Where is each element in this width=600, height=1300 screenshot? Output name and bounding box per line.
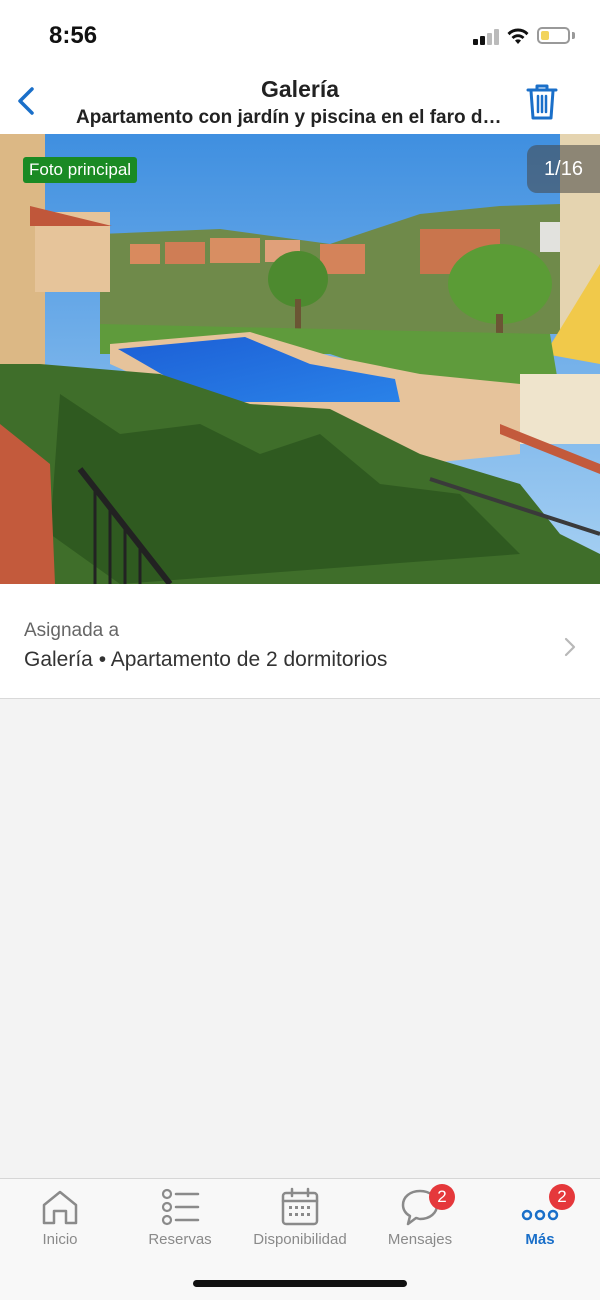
cellular-signal-icon	[473, 29, 501, 45]
tab-mensajes[interactable]: Mensajes 2	[360, 1179, 480, 1269]
assigned-to-row[interactable]: Asignada a Galería • Apartamento de 2 do…	[0, 584, 600, 699]
navigation-header: Galería Apartamento con jardín y piscina…	[0, 72, 600, 134]
wifi-icon	[507, 28, 529, 44]
page-title: Galería	[261, 76, 339, 102]
photo-counter: 1/16	[527, 145, 600, 193]
tab-label: Mensajes	[387, 1231, 453, 1248]
tab-inicio[interactable]: Inicio	[0, 1179, 120, 1269]
list-icon	[161, 1188, 200, 1226]
pool-garden-photo	[0, 134, 600, 584]
tab-label: Inicio	[42, 1231, 78, 1248]
assigned-to-label: Asignada a	[24, 620, 120, 641]
tab-label: Disponibilidad	[253, 1231, 347, 1248]
tab-mas[interactable]: Más 2	[480, 1179, 600, 1269]
trash-icon[interactable]	[525, 82, 559, 122]
chevron-right-icon	[564, 637, 576, 657]
listing-subtitle: Apartamento con jardín y piscina en el f…	[76, 107, 506, 128]
battery-icon	[537, 27, 570, 44]
tab-disponibilidad[interactable]: Disponibilidad	[240, 1179, 360, 1269]
battery-tip	[572, 32, 575, 39]
status-bar: 8:56	[0, 0, 600, 72]
assigned-to-value: Galería • Apartamento de 2 dormitorios	[24, 648, 388, 671]
status-time: 8:56	[49, 22, 98, 49]
home-indicator	[193, 1280, 407, 1287]
home-icon	[42, 1190, 78, 1225]
more-badge: 2	[549, 1184, 575, 1210]
tab-label: Más	[525, 1231, 555, 1248]
calendar-icon	[281, 1187, 319, 1226]
main-photo-badge: Foto principal	[23, 157, 138, 183]
tab-label: Reservas	[148, 1231, 212, 1248]
messages-badge: 2	[429, 1184, 455, 1210]
tab-reservas[interactable]: Reservas	[120, 1179, 240, 1269]
gallery-photo[interactable]	[0, 134, 600, 584]
